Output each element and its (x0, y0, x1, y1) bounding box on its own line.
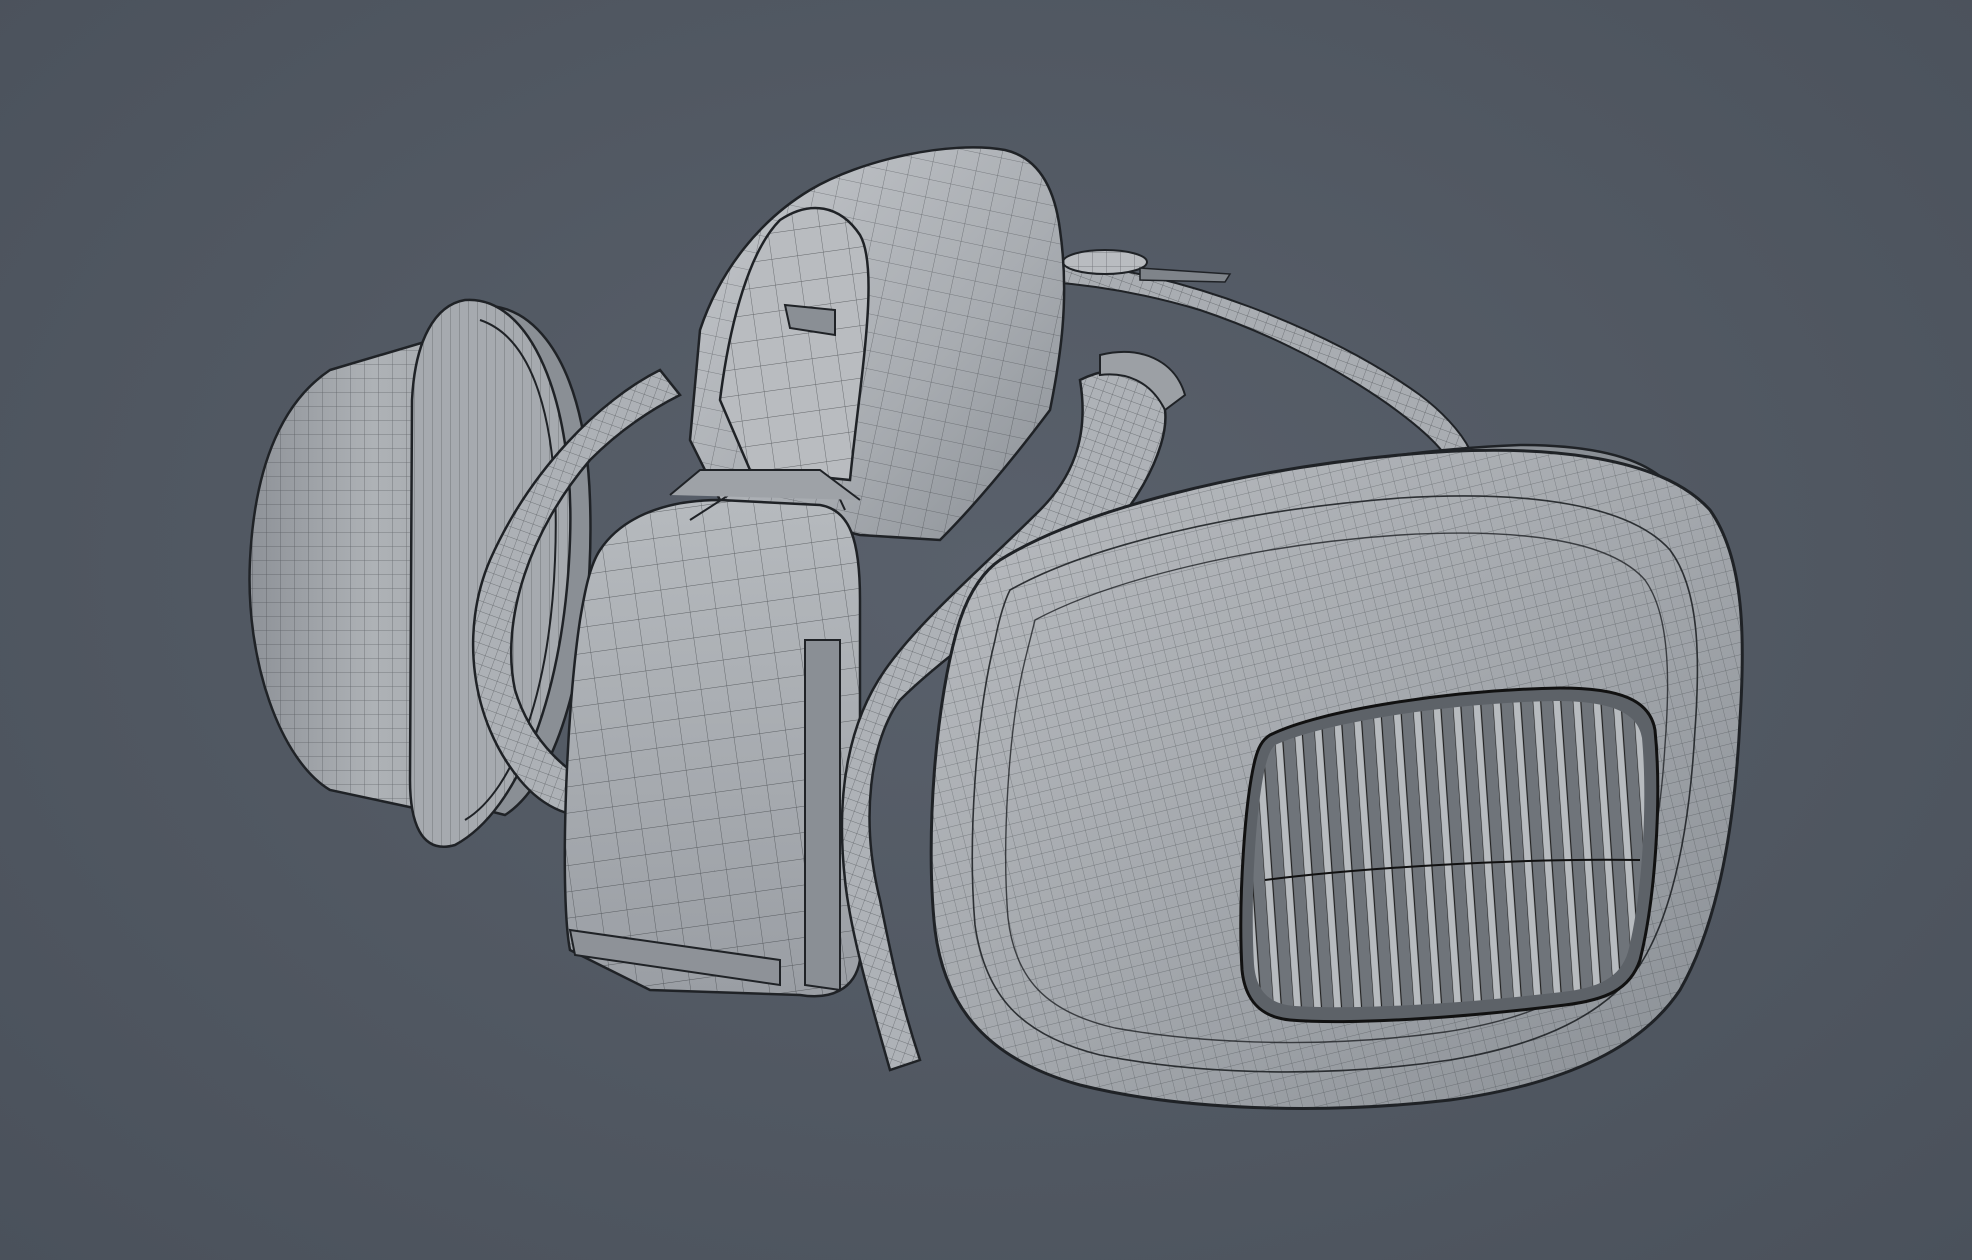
3d-viewport[interactable] (0, 0, 1972, 1260)
right-filter-grille (1239, 686, 1660, 1024)
right-filter-cartridge (929, 443, 1744, 1110)
front-valve-housing (563, 469, 862, 998)
respirator-mask-render (248, 146, 1744, 1110)
